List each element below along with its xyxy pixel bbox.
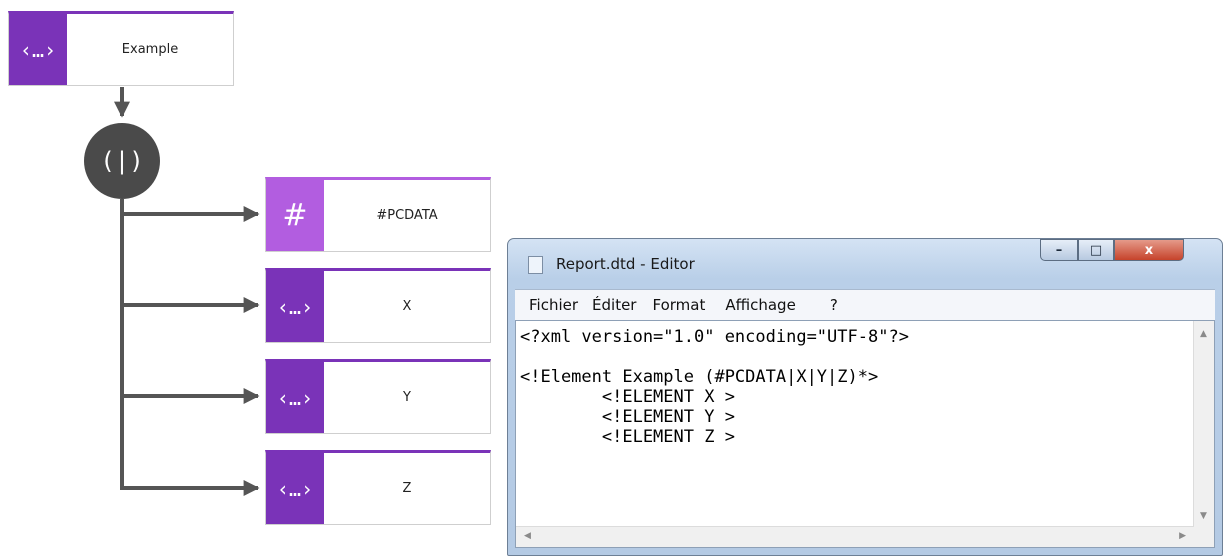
- element-icon: ‹…›: [266, 271, 324, 342]
- pcdata-node[interactable]: # #PCDATA: [265, 177, 491, 252]
- choice-icon[interactable]: (|): [84, 123, 160, 199]
- element-label-z: Z: [402, 481, 412, 496]
- menu-format[interactable]: Format: [652, 296, 705, 314]
- root-element-node[interactable]: ‹…› Example: [8, 11, 234, 86]
- scroll-left-icon[interactable]: ◀: [524, 531, 531, 541]
- text-editor-area[interactable]: <?xml version="1.0" encoding="UTF-8"?> <…: [515, 320, 1215, 548]
- minimize-button[interactable]: –: [1040, 239, 1078, 261]
- element-icon: ‹…›: [266, 453, 324, 524]
- menu-editer[interactable]: Éditer: [592, 296, 636, 314]
- maximize-button[interactable]: □: [1078, 239, 1114, 261]
- element-icon: ‹…›: [266, 362, 324, 433]
- resize-grip-icon[interactable]: [1194, 527, 1214, 547]
- element-node-x[interactable]: ‹…› X: [265, 268, 491, 343]
- scroll-up-icon[interactable]: ▲: [1200, 329, 1207, 339]
- menu-affichage[interactable]: Affichage: [725, 296, 795, 314]
- element-label-x: X: [402, 299, 412, 314]
- menu-bar: Fichier Éditer Format Affichage ?: [515, 289, 1215, 320]
- element-label-y: Y: [403, 390, 411, 405]
- scroll-right-icon[interactable]: ▶: [1179, 531, 1186, 541]
- root-element-label: Example: [121, 42, 179, 57]
- menu-help[interactable]: ?: [830, 296, 838, 314]
- editor-content[interactable]: <?xml version="1.0" encoding="UTF-8"?> <…: [520, 327, 909, 447]
- element-node-z[interactable]: ‹…› Z: [265, 450, 491, 525]
- pcdata-label: #PCDATA: [376, 208, 438, 223]
- menu-fichier[interactable]: Fichier: [529, 296, 578, 314]
- element-icon: ‹…›: [9, 14, 67, 85]
- close-button[interactable]: x: [1114, 239, 1184, 261]
- notepad-icon: [528, 256, 543, 274]
- horizontal-scrollbar[interactable]: ◀ ▶: [516, 526, 1194, 547]
- scroll-down-icon[interactable]: ▼: [1200, 511, 1207, 521]
- hash-icon: #: [266, 180, 324, 251]
- vertical-scrollbar[interactable]: ▲ ▼: [1193, 321, 1214, 527]
- title-bar[interactable]: Report.dtd - Editor – □ x: [508, 239, 1222, 289]
- window-title: Report.dtd - Editor: [556, 255, 695, 273]
- element-node-y[interactable]: ‹…› Y: [265, 359, 491, 434]
- editor-window: Report.dtd - Editor – □ x Fichier Éditer…: [507, 238, 1223, 556]
